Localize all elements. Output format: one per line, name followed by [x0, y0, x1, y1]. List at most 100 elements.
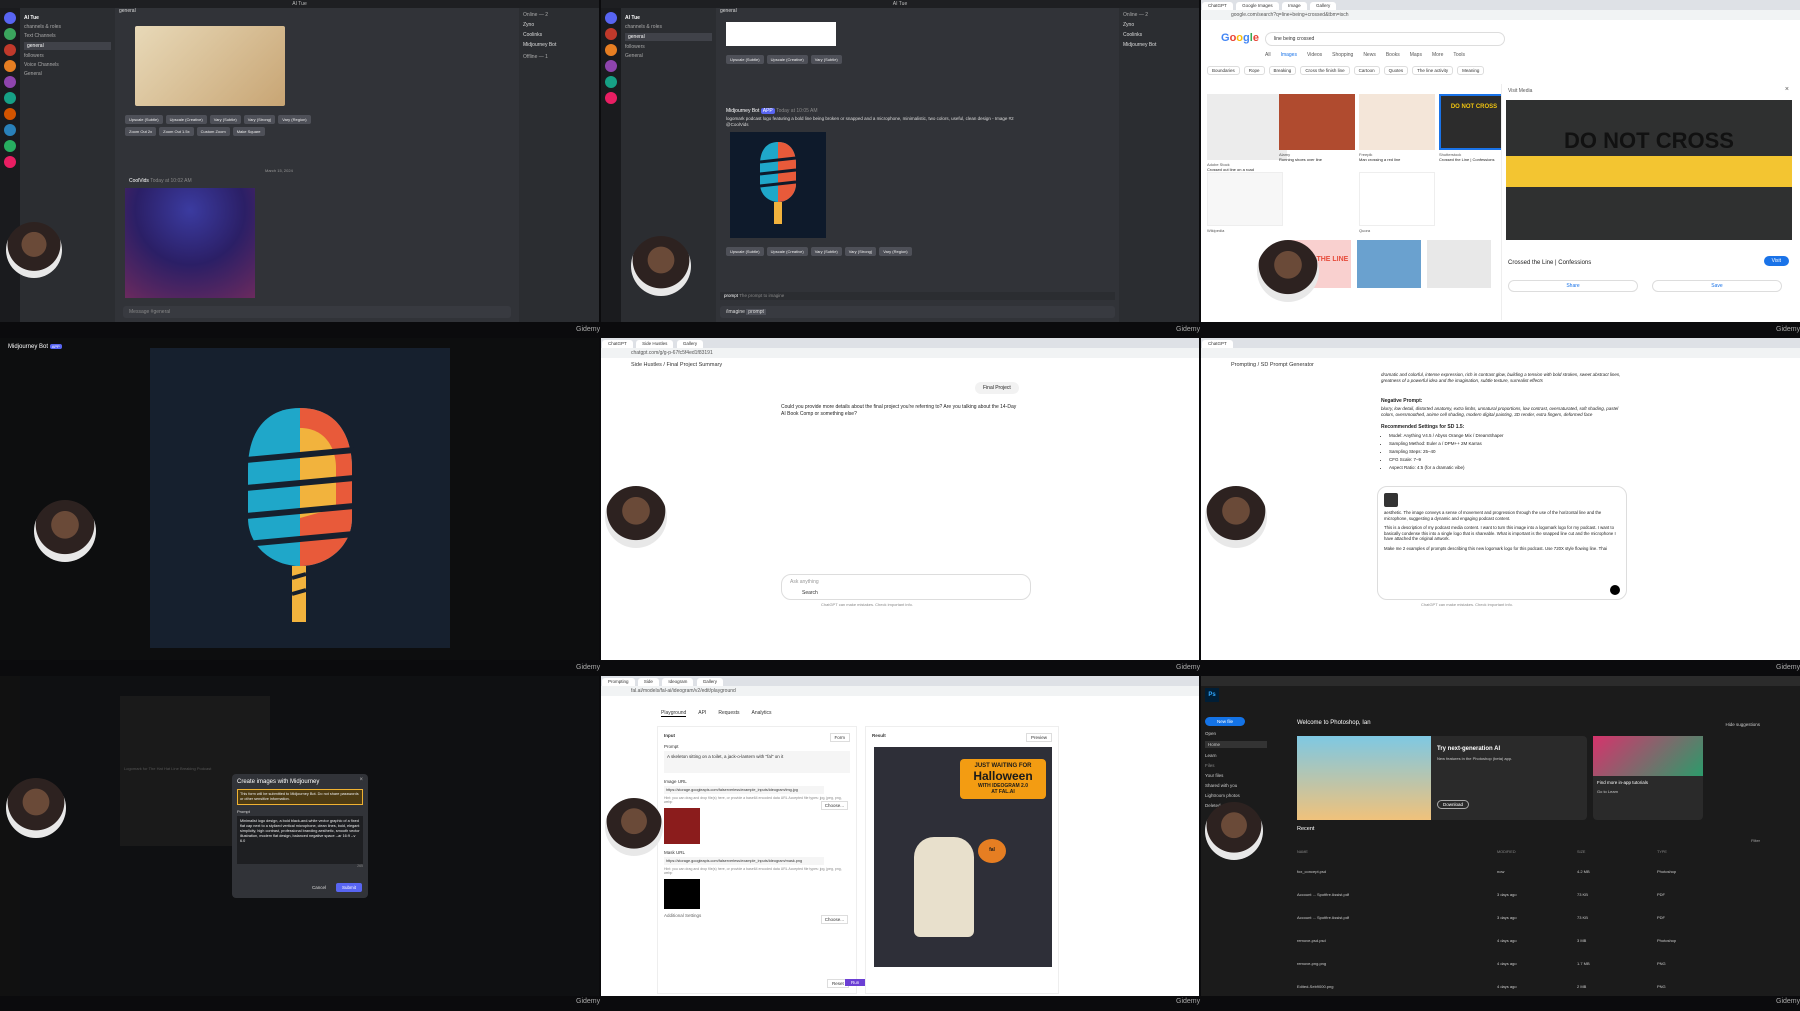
chip[interactable]: Meaning — [1457, 66, 1485, 75]
result-image[interactable] — [1207, 172, 1283, 226]
chip[interactable]: Cartoon — [1353, 66, 1380, 75]
result-title[interactable]: Crossed the Line | Confessions — [1439, 157, 1495, 162]
browser-tab[interactable]: Side Hustles — [636, 340, 674, 348]
username[interactable]: CoolVids — [129, 178, 149, 184]
browser-tab[interactable]: Gallery — [676, 340, 704, 348]
chip[interactable]: Quotes — [1383, 66, 1409, 75]
member[interactable]: Zyno — [1123, 22, 1195, 28]
chip[interactable]: Breaking — [1268, 66, 1297, 75]
vary-region-button[interactable]: Vary (Region) — [278, 115, 311, 124]
custom-zoom-button[interactable]: Custom Zoom — [196, 127, 230, 136]
col-modified[interactable]: MODIFIED — [1497, 850, 1577, 854]
make-square-button[interactable]: Make Square — [232, 127, 265, 136]
vary-subtle-button[interactable]: Vary (Subtle) — [209, 115, 241, 124]
browser-tab[interactable]: Google Images — [1236, 2, 1279, 10]
chip[interactable]: Cross the finish line — [1300, 66, 1350, 75]
server-icon[interactable] — [4, 12, 16, 24]
nav-books[interactable]: Books — [1386, 52, 1400, 58]
tutorials-link[interactable]: Go to Learn — [1593, 789, 1703, 794]
nav-more[interactable]: More — [1432, 52, 1443, 58]
google-logo[interactable]: Google — [1221, 32, 1259, 44]
vary-region-button[interactable]: Vary (Region) — [879, 247, 912, 256]
files-item[interactable]: Shared with you — [1205, 783, 1267, 788]
nav-shopping[interactable]: Shopping — [1332, 52, 1353, 58]
voice-general[interactable]: General — [625, 53, 712, 59]
bot-name[interactable]: Midjourney Bot — [726, 108, 759, 114]
browser-tab[interactable]: Side — [637, 678, 659, 686]
attachment-thumbnail[interactable] — [1384, 493, 1398, 507]
member[interactable]: Midjourney Bot — [523, 42, 595, 48]
close-icon[interactable]: × — [359, 777, 363, 783]
browser-tab[interactable]: ChatGPT — [1202, 2, 1233, 10]
browser-tab[interactable]: ChatGPT — [1202, 340, 1233, 348]
col-size[interactable]: SIZE — [1577, 850, 1657, 854]
image-url-input[interactable]: https://storage.googleapis.com/falserver… — [664, 786, 824, 794]
server-icon[interactable] — [605, 12, 617, 24]
nav-learn[interactable]: Learn — [1205, 753, 1267, 758]
download-button[interactable]: Download — [1437, 800, 1470, 809]
mic-logo-image[interactable] — [730, 132, 826, 238]
result-image[interactable] — [1359, 94, 1435, 150]
channel-followers[interactable]: followers — [625, 44, 712, 50]
member[interactable]: Zyno — [523, 22, 595, 28]
browser-tab[interactable]: Prompting — [602, 678, 635, 686]
zoom-out-2x-button[interactable]: Zoom Out 2x — [125, 127, 157, 136]
open-button[interactable]: Open — [1205, 731, 1267, 736]
files-item[interactable]: Lightroom photos — [1205, 793, 1267, 798]
result-image[interactable] — [1279, 94, 1355, 150]
address-bar[interactable]: fal.ai/models/fal-ai/ideogram/v2/edit/pl… — [601, 686, 1199, 696]
nav-videos[interactable]: Videos — [1307, 52, 1322, 58]
result-title[interactable]: Running shoes over line — [1279, 157, 1322, 162]
result-image[interactable] — [1427, 240, 1491, 288]
server-icon[interactable] — [605, 76, 617, 88]
channel-followers[interactable]: followers — [24, 53, 111, 59]
server-icon[interactable] — [4, 60, 16, 72]
pencil-image[interactable] — [135, 26, 285, 106]
panel-image[interactable]: DO NOT CROSS — [1506, 100, 1792, 240]
server-icon[interactable] — [4, 156, 16, 168]
nav-tools[interactable]: Tools — [1453, 52, 1465, 58]
nav-home[interactable]: Home — [1205, 741, 1267, 748]
result-image[interactable] — [1357, 240, 1421, 288]
member[interactable]: Midjourney Bot — [1123, 42, 1195, 48]
server-icon[interactable] — [4, 108, 16, 120]
member[interactable]: Coolinks — [523, 32, 595, 38]
visit-button[interactable]: Visit — [1763, 256, 1789, 266]
channel-general[interactable]: general — [24, 42, 111, 50]
upscale-subtle-button[interactable]: Upscale (Subtle) — [125, 115, 163, 124]
panel-source[interactable]: Visit Media — [1508, 88, 1532, 94]
table-row[interactable]: Account ... Spotfire Assist.pdf 3 days a… — [1297, 883, 1737, 906]
message-input[interactable]: /imagine prompt — [720, 306, 1115, 318]
server-icon[interactable] — [605, 44, 617, 56]
form-dropdown[interactable]: Form — [829, 733, 850, 742]
vary-subtle-button[interactable]: Vary (Subtle) — [810, 55, 842, 64]
result-image[interactable] — [1359, 172, 1435, 226]
address-bar[interactable]: google.com/search?q=line+being+crossed&t… — [1201, 10, 1800, 20]
prompt-input[interactable]: A skeleton sitting on a toilet, a jack-o… — [664, 751, 850, 773]
filter-input[interactable]: Filter — [1751, 838, 1760, 843]
browser-tab[interactable]: Gallery — [696, 678, 723, 686]
server-icon[interactable] — [4, 124, 16, 136]
tab-playground[interactable]: Playground — [661, 710, 687, 717]
breadcrumb-project[interactable]: Prompting — [1231, 362, 1256, 368]
upscale-creative-button[interactable]: Upscale (Creative) — [766, 55, 808, 64]
vary-subtle-button[interactable]: Vary (Subtle) — [810, 247, 842, 256]
table-row[interactable]: Edited-Seb9000.png 4 days ago 2 MB PNG — [1297, 975, 1737, 996]
search-input[interactable]: line being crossed — [1265, 32, 1505, 46]
new-file-button[interactable]: New file — [1205, 717, 1245, 726]
ps-logo[interactable]: Ps — [1205, 688, 1219, 702]
upscale-creative-button[interactable]: Upscale (Creative) — [766, 247, 808, 256]
chip[interactable]: Rope — [1243, 66, 1265, 75]
preview-dropdown[interactable]: Preview — [1025, 733, 1052, 742]
channels-roles[interactable]: channels & roles — [625, 24, 712, 30]
tab-api[interactable]: API — [698, 710, 706, 717]
col-type[interactable]: TYPE — [1657, 850, 1737, 854]
address-bar[interactable] — [1201, 348, 1800, 358]
search-button[interactable]: Search — [802, 590, 818, 596]
panel-title[interactable]: Crossed the Line | Confessions — [1508, 260, 1591, 266]
choose-mask-button[interactable]: Choose... — [820, 915, 848, 924]
table-row[interactable]: Account ... Spotfire Assist.pdf 3 days a… — [1297, 906, 1737, 929]
nav-news[interactable]: News — [1363, 52, 1376, 58]
mask-url-input[interactable]: https://storage.googleapis.com/falserver… — [664, 857, 824, 865]
server-icon[interactable] — [4, 44, 16, 56]
